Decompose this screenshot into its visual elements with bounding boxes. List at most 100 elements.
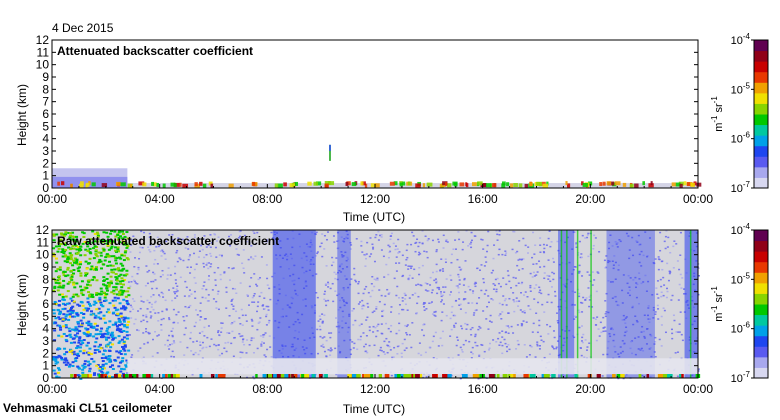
panel-2-noise-cell [188, 306, 191, 309]
panel-2-noise-cell [374, 326, 377, 329]
panel-2-surface-echo [384, 374, 390, 378]
panel-2-noise-cell [134, 282, 137, 284]
panel-2-noise-cell [428, 302, 431, 305]
panel-2-noise-cell [170, 330, 173, 332]
panel-2-noise-cell [539, 266, 542, 268]
panel-2-noise-cell [504, 298, 507, 300]
panel-2-noise-cell [520, 322, 523, 325]
panel-2-noise-cell [183, 354, 186, 356]
panel-2-noise-cell [442, 303, 445, 305]
panel-2-noise-cell [398, 262, 401, 264]
panel-2-noise-cell [678, 283, 681, 286]
panel-2-noise-cell [127, 320, 131, 323]
panel-2-noise-cell [76, 352, 80, 355]
panel-2-colorbar-segment [754, 367, 768, 379]
panel-2-noise-cell [595, 339, 598, 342]
panel-2-noise-cell [672, 314, 675, 317]
panel-2-noise-cell [370, 253, 373, 255]
panel-2-noise-cell [361, 305, 364, 308]
panel-2-noise-cell [460, 349, 463, 351]
panel-2-noise-cell [367, 291, 370, 294]
panel-2-noise-cell [427, 238, 430, 240]
panel-2-noise-cell [123, 306, 127, 309]
panel-2-noise-cell [122, 330, 126, 333]
panel-2-noise-cell [396, 353, 399, 355]
panel-2-noise-cell [169, 274, 172, 276]
panel-2-noise-cell [93, 345, 97, 348]
panel-2-noise-cell [261, 341, 264, 343]
panel-2-noise-cell [201, 330, 204, 333]
panel-2-noise-cell [174, 297, 177, 299]
panel-2-surface-echo [587, 374, 592, 378]
panel-2-noise-cell [654, 355, 657, 358]
panel-2-noise-cell [269, 298, 272, 301]
panel-2-noise-cell [80, 322, 84, 325]
panel-2-noise-cell [471, 302, 474, 304]
panel-2-noise-cell [69, 341, 73, 344]
panel-2-noise-cell [581, 325, 584, 327]
panel-2-noise-cell [533, 298, 536, 300]
panel-2-noise-cell [678, 331, 681, 333]
panel-2-noise-cell [217, 330, 220, 332]
panel-2-noise-cell [401, 254, 404, 257]
panel-2-noise-cell [320, 242, 323, 245]
panel-2-noise-cell [499, 341, 502, 344]
panel-2-noise-cell [358, 324, 361, 327]
panel-2-noise-cell [120, 367, 124, 370]
panel-2-noise-cell [101, 367, 105, 370]
panel-2-noise-cell [126, 323, 130, 326]
panel-2-noise-cell [478, 355, 481, 357]
panel-2-noise-cell [230, 323, 233, 325]
panel-2-noise-cell [64, 326, 68, 329]
panel-2-noise-cell [239, 335, 242, 338]
panel-2-noise-cell [52, 309, 56, 312]
panel-2-noise-cell [235, 292, 238, 295]
panel-2-noise-cell [369, 295, 372, 298]
panel-2-noise-cell [531, 256, 534, 259]
panel-2-noise-cell [478, 269, 481, 271]
panel-2-surface-echo [666, 374, 673, 378]
panel-2-noise-cell [113, 296, 117, 299]
panel-2-noise-cell [78, 336, 82, 339]
panel-2-noise-cell [168, 317, 171, 319]
panel-2-noise-cell [152, 271, 155, 274]
panel-2-noise-cell [581, 341, 584, 344]
panel-2-noise-cell [404, 324, 407, 327]
panel-2-noise-cell [436, 292, 439, 295]
panel-2-noise-cell [425, 308, 428, 310]
panel-2-noise-cell [193, 325, 196, 328]
panel-2-noise-cell [255, 283, 258, 286]
panel-2-noise-cell [533, 275, 536, 277]
panel-2-noise-cell [440, 319, 443, 322]
panel-2-noise-cell [223, 272, 226, 274]
panel-2-noise-cell [265, 313, 268, 316]
panel-2-noise-cell [664, 235, 667, 238]
panel-2-noise-cell [81, 293, 85, 296]
panel-2-noise-cell [78, 247, 82, 250]
panel-2-noise-cell [357, 280, 360, 283]
panel-2-noise-cell [516, 264, 519, 267]
panel-2-noise-cell [424, 289, 427, 291]
panel-2-noise-cell [61, 318, 65, 321]
panel-2-noise-cell [114, 259, 118, 262]
panel-2-noise-cell [679, 231, 682, 234]
panel-2-noise-cell [57, 334, 61, 337]
panel-2-noise-cell [668, 270, 671, 272]
panel-2-noise-cell [83, 254, 87, 257]
panel-2-noise-cell [407, 278, 410, 280]
panel-2-noise-cell [121, 279, 125, 282]
panel-2-noise-cell [94, 341, 98, 344]
panel-2-noise-cell [455, 344, 458, 347]
panel-2-noise-cell [154, 258, 157, 261]
panel-2-noise-cell [543, 265, 546, 268]
panel-2-noise-cell [383, 303, 386, 306]
panel-2-noise-cell [216, 293, 219, 295]
panel-2-noise-cell [239, 282, 242, 284]
panel-2-noise-cell [60, 335, 64, 338]
panel-2-noise-cell [388, 345, 391, 348]
panel-2-noise-cell [421, 264, 424, 267]
panel-2-noise-cell [136, 272, 139, 275]
panel-2-noise-cell [122, 368, 126, 371]
panel-2-noise-cell [82, 366, 86, 369]
panel-2-noise-cell [214, 284, 217, 287]
